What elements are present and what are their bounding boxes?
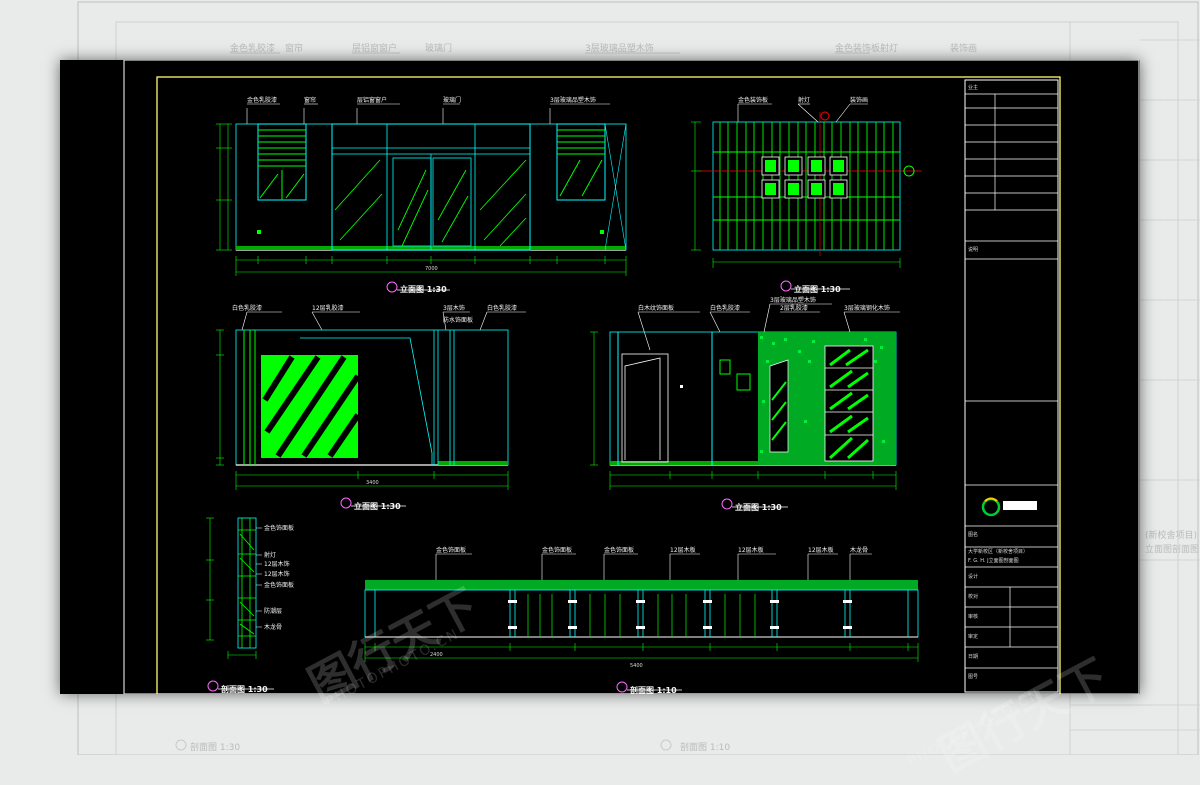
elev4-label-5: 3层玻璃钢化木饰 xyxy=(844,304,890,312)
svg-text:金色乳胶漆: 金色乳胶漆 xyxy=(230,42,275,54)
svg-text:(新校舍项目): (新校舍项目) xyxy=(1145,529,1197,541)
elev3-label-5: 白色乳胶漆 xyxy=(487,304,517,312)
sectionb-dim-1: 2400 xyxy=(430,652,443,658)
sectionb-label-6: 12层木板 xyxy=(808,546,834,554)
elevation-2: 金色装饰板 射灯 装饰画 立面图 1:30 xyxy=(691,96,922,294)
svg-text:图号: 图号 xyxy=(968,674,978,680)
elev1-label-5: 3层玻璃品塑木饰 xyxy=(550,96,596,104)
section-a: 金色饰面板 射灯 12层木饰 12层木饰 金色饰面板 防潮层 木龙骨 剖面图 1… xyxy=(206,517,294,694)
svg-text:审定: 审定 xyxy=(968,633,978,640)
sectiona-label-5: 金色饰面板 xyxy=(264,581,294,589)
svg-text:剖面图 1:10: 剖面图 1:10 xyxy=(680,741,730,753)
company-logo xyxy=(981,497,1037,517)
svg-text:日期: 日期 xyxy=(968,654,978,660)
svg-text:审核: 审核 xyxy=(968,613,978,620)
sectionb-dim-total: 5400 xyxy=(630,663,643,669)
svg-text:剖面图 1:30: 剖面图 1:30 xyxy=(190,741,240,753)
sectionb-label-5: 12层木板 xyxy=(738,546,764,554)
sectionb-label-4: 12层木板 xyxy=(670,546,696,554)
elev3-label-3: 3层木饰 xyxy=(443,304,465,312)
svg-text:3层玻璃品塑木饰: 3层玻璃品塑木饰 xyxy=(585,42,654,54)
sectiona-label-6: 防潮层 xyxy=(264,607,282,615)
svg-text:业主: 业主 xyxy=(968,84,978,91)
sectiona-label-7: 木龙骨 xyxy=(264,623,282,631)
svg-text:金色装饰板: 金色装饰板 xyxy=(835,42,880,54)
sectiona-label-3: 12层木饰 xyxy=(264,560,290,568)
elev1-label-4: 玻璃门 xyxy=(443,96,461,104)
elev3-label-4: 防水饰面板 xyxy=(443,316,473,324)
svg-text:立面图剖面图: 立面图剖面图 xyxy=(1145,543,1199,555)
sectionb-label-3: 金色饰面板 xyxy=(604,546,634,554)
sectionb-label-1: 金色饰面板 xyxy=(436,546,466,554)
elev4-label-1: 白木纹饰面板 xyxy=(638,304,674,312)
project-subtitle: F. G. H. J立面图剖面图 xyxy=(968,557,1019,564)
sectiona-label-4: 12层木饰 xyxy=(264,570,290,578)
elevation-3: 白色乳胶漆 12层乳胶漆 3层木饰 防水饰面板 白色乳胶漆 3400 立面图 1… xyxy=(216,304,526,511)
svg-text:层铝窗窗户: 层铝窗窗户 xyxy=(352,42,397,54)
title-block: 业主说明 图名设计 校对审核 审定日期 图号 大学新校区（新校舍项目） F. G… xyxy=(964,79,1059,693)
elev4-label-4: 2层乳胶漆 xyxy=(780,304,808,312)
svg-text:窗帘: 窗帘 xyxy=(285,42,303,54)
elev2-label-3: 装饰画 xyxy=(850,96,868,104)
elev3-title: 立面图 1:30 xyxy=(354,501,401,511)
sectiona-label-1: 金色饰面板 xyxy=(264,524,294,532)
elev1-label-2: 窗帘 xyxy=(304,96,316,104)
svg-text:设计: 设计 xyxy=(968,573,978,580)
elev3-label-2: 12层乳胶漆 xyxy=(312,304,344,312)
elev1-dim-total: 7000 xyxy=(425,266,438,272)
svg-text:装饰画: 装饰画 xyxy=(950,42,977,54)
svg-text:玻璃门: 玻璃门 xyxy=(425,42,452,54)
svg-text:图名: 图名 xyxy=(968,531,978,538)
cad-drawing-sheet: 业主说明 图名设计 校对审核 审定日期 图号 大学新校区（新校舍项目） F. G… xyxy=(60,60,1140,694)
elev1-label-1: 金色乳胶漆 xyxy=(247,96,277,104)
elev4-title: 立面图 1:30 xyxy=(735,502,782,512)
sectiona-label-2: 射灯 xyxy=(264,551,276,559)
sectionb-title: 剖面图 1:10 xyxy=(630,685,677,694)
elev4-label-3: 3层玻璃品塑木饰 xyxy=(770,296,816,304)
svg-text:射灯: 射灯 xyxy=(880,42,898,54)
elev2-title: 立面图 1:30 xyxy=(794,284,841,294)
elevation-4: 白木纹饰面板 白色乳胶漆 3层玻璃品塑木饰 2层乳胶漆 3层玻璃钢化木饰 立面图… xyxy=(590,296,900,512)
sectiona-title: 剖面图 1:30 xyxy=(221,684,268,694)
elevation-1: 金色乳胶漆 窗帘 层铝窗窗户 玻璃门 3层玻璃品塑木饰 7000 立面图 1:3… xyxy=(216,96,627,294)
elev3-label-1: 白色乳胶漆 xyxy=(232,304,262,312)
elev2-label-2: 射灯 xyxy=(798,96,810,104)
elev2-label-1: 金色装饰板 xyxy=(738,96,768,104)
svg-text:说明: 说明 xyxy=(968,246,978,253)
project-title: 大学新校区（新校舍项目） xyxy=(968,548,1028,555)
elev1-title: 立面图 1:30 xyxy=(400,284,447,294)
elev3-dim-total: 3400 xyxy=(366,480,379,486)
elev4-label-2: 白色乳胶漆 xyxy=(710,304,740,312)
elev1-label-3: 层铝窗窗户 xyxy=(357,96,387,104)
svg-text:校对: 校对 xyxy=(968,593,978,600)
sectionb-label-2: 金色饰面板 xyxy=(542,546,572,554)
sectionb-label-7: 木龙骨 xyxy=(850,546,868,554)
section-b: 金色饰面板 金色饰面板 金色饰面板 12层木板 12层木板 12层木板 木龙骨 xyxy=(364,546,919,694)
